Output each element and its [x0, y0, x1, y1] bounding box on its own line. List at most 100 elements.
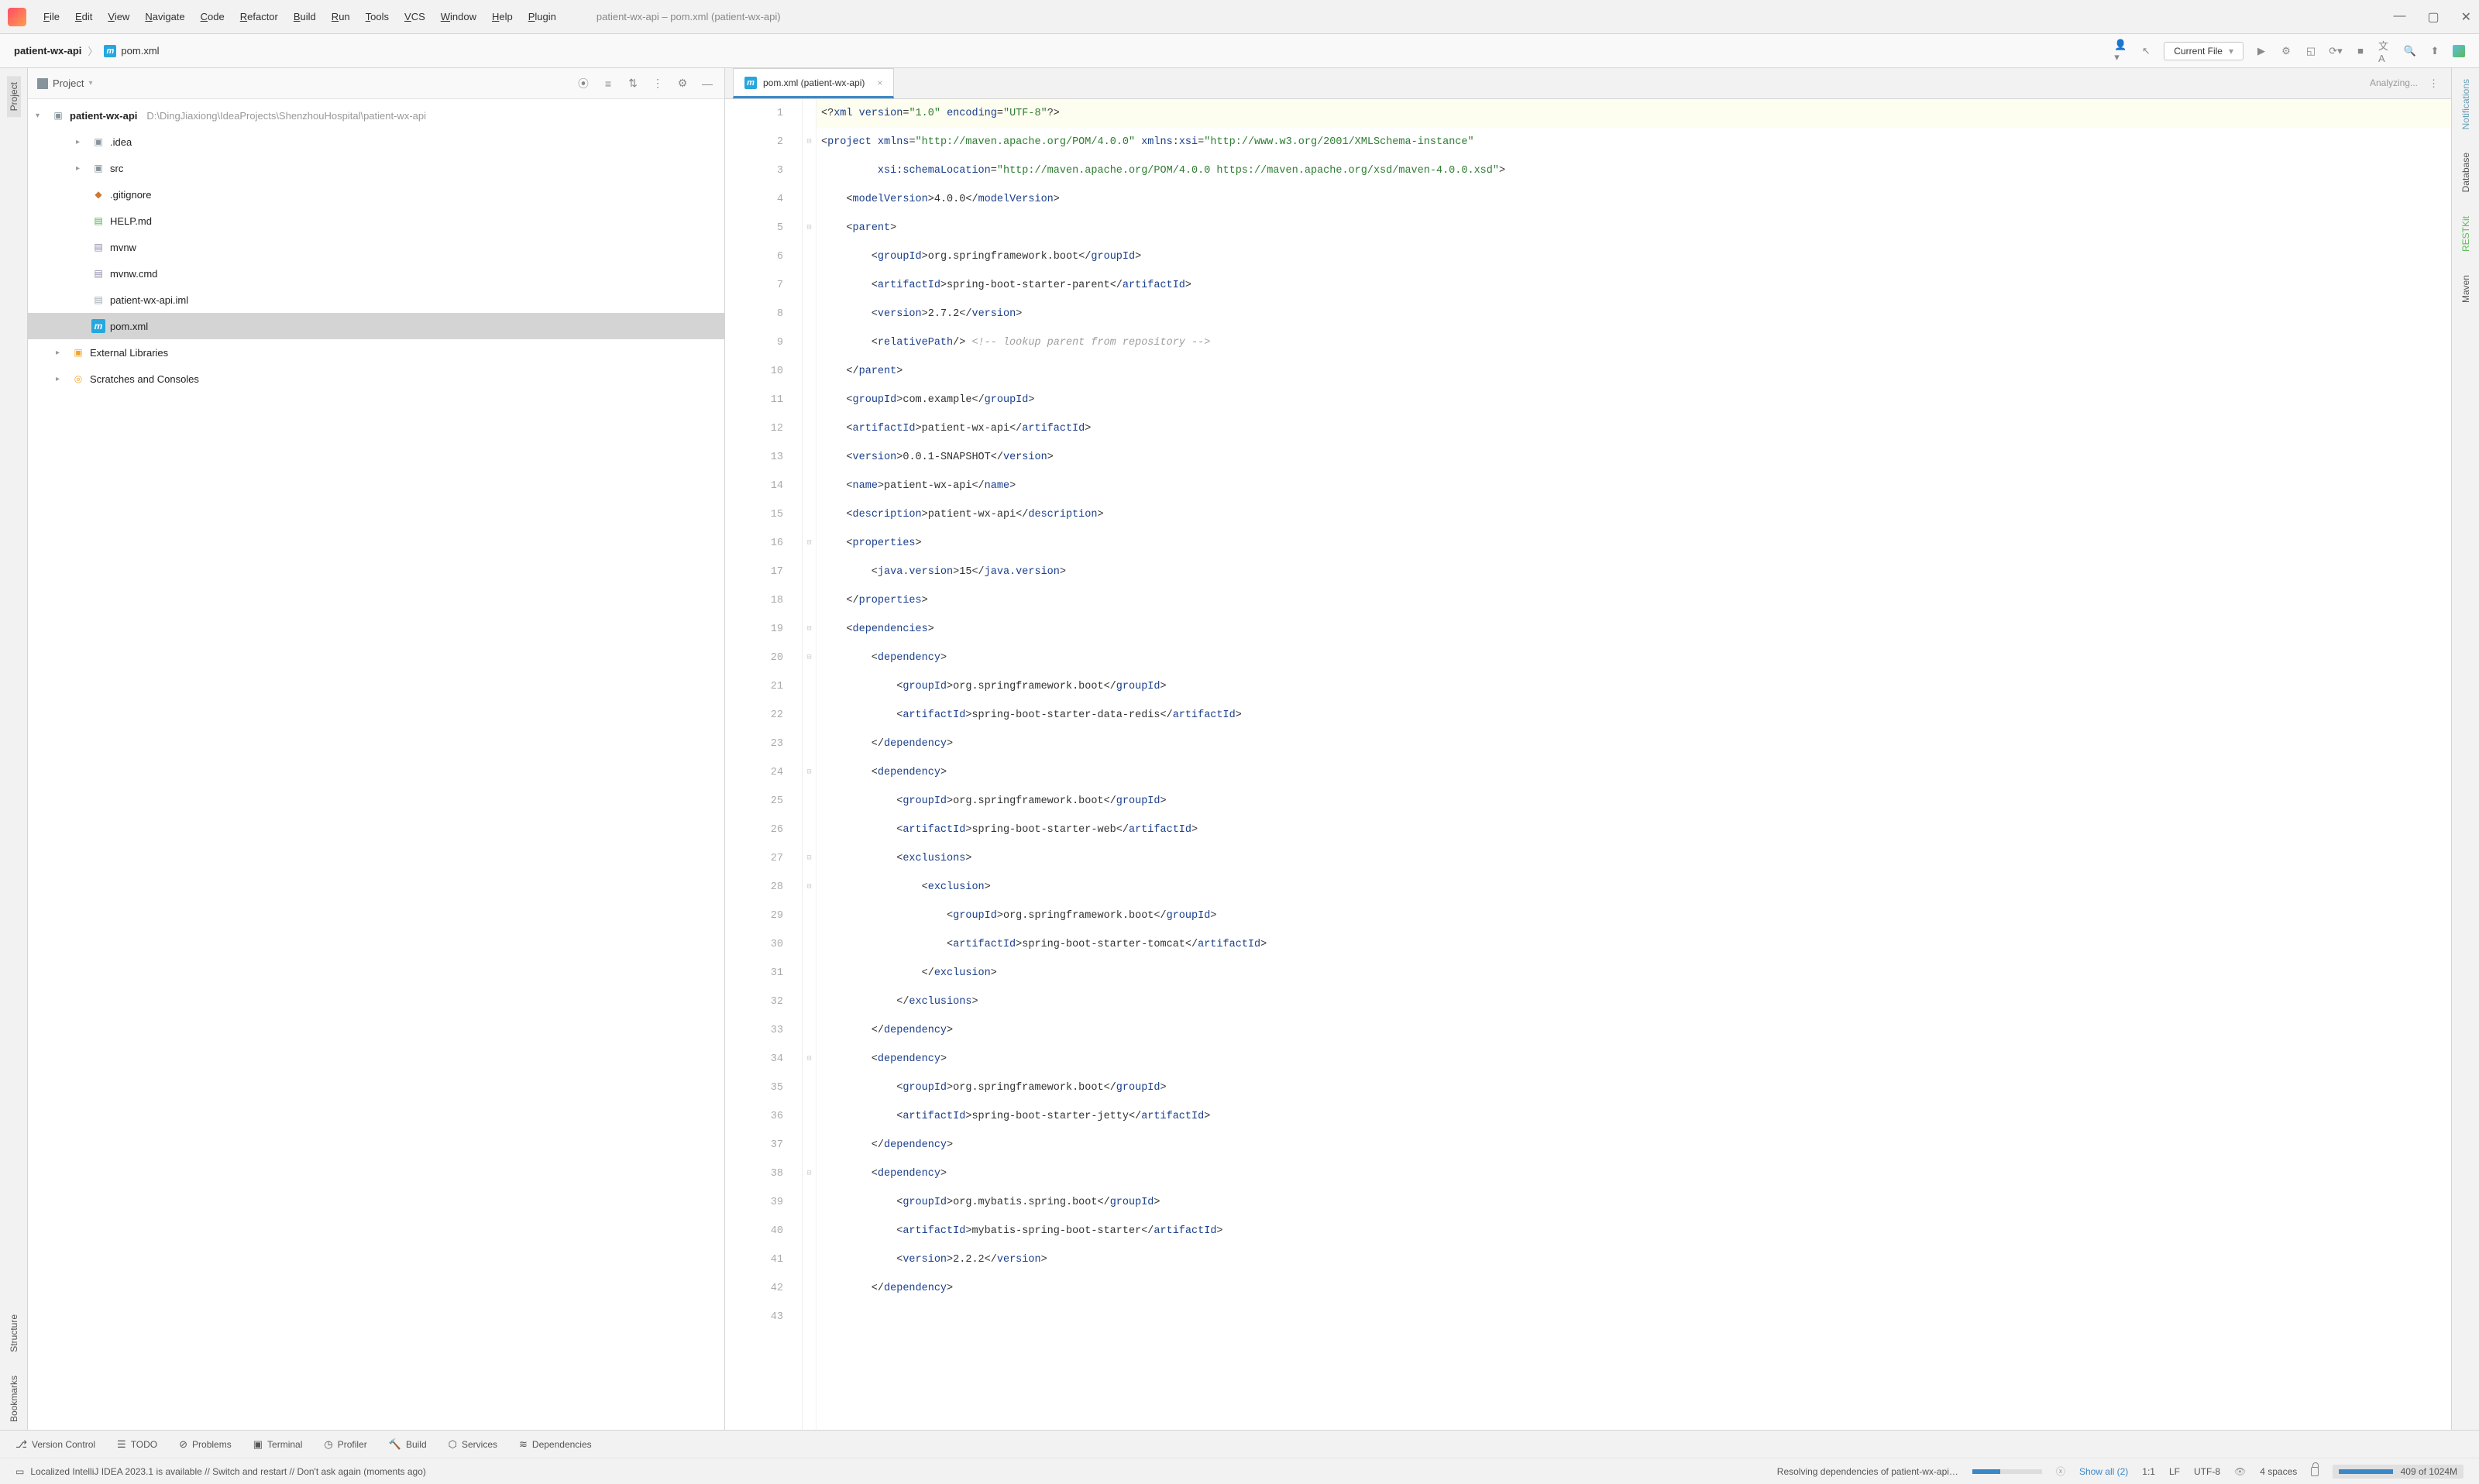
status-msg[interactable]: Localized IntelliJ IDEA 2023.1 is availa…	[30, 1466, 426, 1477]
code-line[interactable]: <properties>	[821, 529, 2451, 558]
tree-node-pom-xml[interactable]: mpom.xml	[28, 313, 724, 339]
code-line[interactable]: <artifactId>spring-boot-starter-parent</…	[821, 271, 2451, 300]
code-line[interactable]: <dependency>	[821, 758, 2451, 787]
code-line[interactable]: <artifactId>spring-boot-starter-data-red…	[821, 701, 2451, 730]
breadcrumb-project[interactable]: patient-wx-api	[14, 45, 81, 57]
tree-node-HELP-md[interactable]: ▤HELP.md	[28, 208, 724, 234]
code-line[interactable]: <?xml version="1.0" encoding="UTF-8"?>	[821, 99, 2451, 128]
bottom-tab-profiler[interactable]: ◷Profiler	[324, 1438, 366, 1451]
bottom-tab-problems[interactable]: ⊘Problems	[179, 1438, 232, 1451]
bottom-tab-version-control[interactable]: ⎇Version Control	[15, 1438, 95, 1451]
dots-icon[interactable]: ⋮	[650, 76, 665, 91]
hammer-icon[interactable]: ↖	[2139, 44, 2153, 58]
code-line[interactable]: <groupId>org.springframework.boot</group…	[821, 902, 2451, 930]
tree-node-mvnw-cmd[interactable]: ▤mvnw.cmd	[28, 260, 724, 287]
stripe-restkit[interactable]: RESTKit	[2460, 216, 2471, 252]
code-line[interactable]: <java.version>15</java.version>	[821, 558, 2451, 586]
profile-icon[interactable]: ⟳▾	[2329, 44, 2343, 58]
tree-scratches[interactable]: ▸◎Scratches and Consoles	[28, 366, 724, 392]
expand-all-icon[interactable]: ≡	[600, 76, 616, 91]
menu-tools[interactable]: Tools	[358, 8, 397, 26]
breadcrumb-file[interactable]: m pom.xml	[104, 45, 159, 57]
stripe-maven[interactable]: Maven	[2460, 275, 2471, 303]
menu-navigate[interactable]: Navigate	[137, 8, 192, 26]
menu-vcs[interactable]: VCS	[397, 8, 433, 26]
code-line[interactable]: <relativePath/> <!-- lookup parent from …	[821, 328, 2451, 357]
menu-help[interactable]: Help	[484, 8, 521, 26]
tree-node-src[interactable]: ▸▣src	[28, 155, 724, 181]
menu-refactor[interactable]: Refactor	[232, 8, 286, 26]
code-line[interactable]: <parent>	[821, 214, 2451, 242]
menu-code[interactable]: Code	[193, 8, 232, 26]
menu-build[interactable]: Build	[286, 8, 324, 26]
code-line[interactable]: <exclusion>	[821, 873, 2451, 902]
code-line[interactable]: </dependency>	[821, 1274, 2451, 1303]
status-show-all[interactable]: Show all (2)	[2079, 1466, 2128, 1477]
code-line[interactable]: </dependency>	[821, 1131, 2451, 1159]
maximize-icon[interactable]: ▢	[2427, 9, 2439, 25]
bottom-tab-build[interactable]: 🔨Build	[389, 1438, 427, 1451]
cancel-progress-icon[interactable]: ⓧ	[2056, 1465, 2065, 1478]
code-line[interactable]: </properties>	[821, 586, 2451, 615]
code-line[interactable]: <dependency>	[821, 1159, 2451, 1188]
code-line[interactable]	[821, 1303, 2451, 1331]
code-line[interactable]: <description>patient-wx-api</description…	[821, 500, 2451, 529]
close-tab-icon[interactable]: ×	[877, 77, 882, 88]
code-line[interactable]: xsi:schemaLocation="http://maven.apache.…	[821, 156, 2451, 185]
code-line[interactable]: </exclusion>	[821, 959, 2451, 988]
gear-icon[interactable]: ⚙	[675, 76, 690, 91]
code-line[interactable]: <groupId>org.springframework.boot</group…	[821, 1073, 2451, 1102]
code-line[interactable]: <dependencies>	[821, 615, 2451, 644]
minimize-icon[interactable]: —	[2393, 9, 2405, 25]
bottom-tab-todo[interactable]: ☰TODO	[117, 1438, 157, 1451]
tree-root[interactable]: ▾▣patient-wx-apiD:\DingJiaxiong\IdeaProj…	[28, 102, 724, 129]
tree-node-patient-wx-api-iml[interactable]: ▤patient-wx-api.iml	[28, 287, 724, 313]
stripe-project[interactable]: Project	[7, 76, 21, 117]
gradient-icon[interactable]	[2453, 45, 2465, 57]
code-line[interactable]: <groupId>org.springframework.boot</group…	[821, 242, 2451, 271]
code-line[interactable]: <artifactId>mybatis-spring-boot-starter<…	[821, 1217, 2451, 1245]
menu-view[interactable]: View	[100, 8, 137, 26]
language-icon[interactable]: 文A	[2378, 44, 2392, 58]
tree-external-libraries[interactable]: ▸▣External Libraries	[28, 339, 724, 366]
code-line[interactable]: <modelVersion>4.0.0</modelVersion>	[821, 185, 2451, 214]
menu-run[interactable]: Run	[324, 8, 358, 26]
collapse-all-icon[interactable]: ⇅	[625, 76, 641, 91]
code-line[interactable]: </dependency>	[821, 1016, 2451, 1045]
bottom-tab-terminal[interactable]: ▣Terminal	[253, 1438, 303, 1451]
close-icon[interactable]: ✕	[2461, 9, 2471, 25]
code-line[interactable]: </parent>	[821, 357, 2451, 386]
stripe-notifications[interactable]: Notifications	[2460, 79, 2471, 129]
status-indent[interactable]: 4 spaces	[2260, 1466, 2297, 1477]
editor-tab-pom[interactable]: m pom.xml (patient-wx-api) ×	[733, 68, 894, 98]
status-encoding[interactable]: UTF-8	[2194, 1466, 2220, 1477]
code-line[interactable]: <artifactId>spring-boot-starter-jetty</a…	[821, 1102, 2451, 1131]
debug-icon[interactable]: ⚙	[2279, 44, 2293, 58]
lock-icon[interactable]	[2311, 1467, 2319, 1476]
menu-file[interactable]: File	[36, 8, 67, 26]
stripe-structure[interactable]: Structure	[9, 1314, 19, 1352]
tree-node--gitignore[interactable]: ◆.gitignore	[28, 181, 724, 208]
code-line[interactable]: <artifactId>spring-boot-starter-web</art…	[821, 816, 2451, 844]
code-line[interactable]: <version>0.0.1-SNAPSHOT</version>	[821, 443, 2451, 472]
code-line[interactable]: </exclusions>	[821, 988, 2451, 1016]
eye-icon[interactable]: 👁	[2234, 1466, 2246, 1477]
status-memory[interactable]: 409 of 1024M	[2333, 1465, 2464, 1479]
project-tree[interactable]: ▾▣patient-wx-apiD:\DingJiaxiong\IdeaProj…	[28, 99, 724, 1430]
stop-icon[interactable]: ■	[2354, 44, 2367, 58]
status-cursor[interactable]: 1:1	[2142, 1466, 2155, 1477]
status-eol[interactable]: LF	[2169, 1466, 2180, 1477]
code-line[interactable]: <dependency>	[821, 1045, 2451, 1073]
code-line[interactable]: <groupId>org.springframework.boot</group…	[821, 672, 2451, 701]
tool-window-title[interactable]: Project ▾	[37, 77, 93, 89]
run-config-selector[interactable]: Current File ▾	[2164, 42, 2243, 60]
stripe-bookmarks[interactable]: Bookmarks	[9, 1376, 19, 1422]
code-line[interactable]: <version>2.2.2</version>	[821, 1245, 2451, 1274]
code-line[interactable]: <name>patient-wx-api</name>	[821, 472, 2451, 500]
code-line[interactable]: <groupId>org.springframework.boot</group…	[821, 787, 2451, 816]
code-line[interactable]: <groupId>org.mybatis.spring.boot</groupI…	[821, 1188, 2451, 1217]
settings-icon[interactable]: ⬆	[2428, 44, 2442, 58]
stripe-database[interactable]: Database	[2460, 153, 2471, 192]
code-line[interactable]: <groupId>com.example</groupId>	[821, 386, 2451, 414]
menu-window[interactable]: Window	[433, 8, 484, 26]
